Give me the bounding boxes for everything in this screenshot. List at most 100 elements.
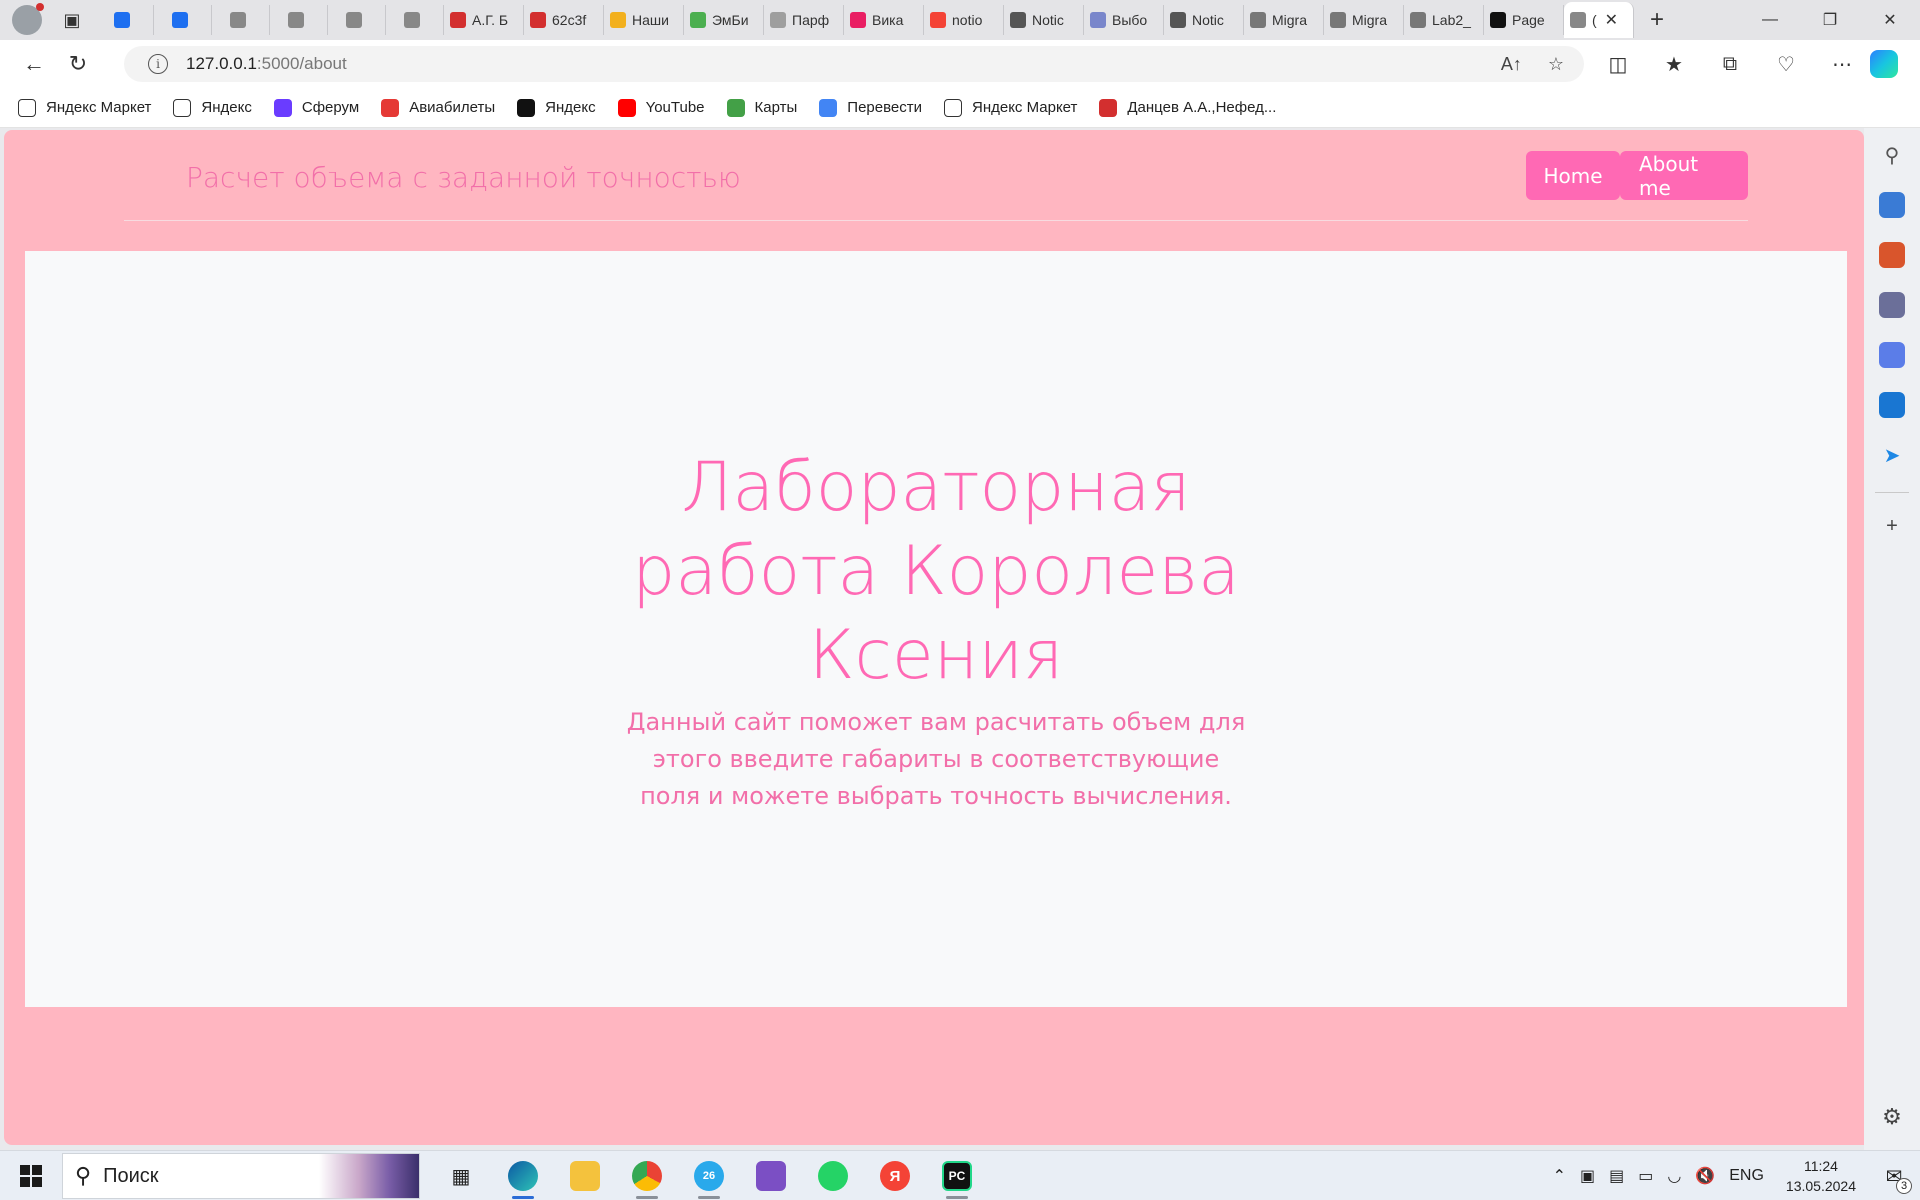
wifi-icon[interactable]: ◡ [1667,1166,1681,1186]
tab[interactable]: Lab2_ [1404,5,1484,35]
tab-active[interactable]: (✕ [1564,2,1634,38]
sidebar-m365-icon[interactable] [1879,342,1905,368]
collections-icon[interactable]: ⧉ [1702,53,1758,76]
taskbar-search[interactable]: ⚲ Поиск [62,1153,420,1199]
github-icon [1490,12,1506,28]
task-view-icon[interactable]: ▦ [430,1151,492,1200]
taskbar-clock[interactable]: 11:24 13.05.2024 [1786,1156,1856,1196]
pdf-icon [450,12,466,28]
bookmark-item[interactable]: Яндекс [517,98,596,117]
tab-actions-icon[interactable]: ▣ [56,4,88,36]
tab-label: Наши [632,12,669,28]
pycharm-icon[interactable]: PC [926,1151,988,1200]
sidebar-tools-icon[interactable] [1879,242,1905,268]
tab[interactable] [328,5,386,35]
tab[interactable]: Notic [1164,5,1244,35]
sidebar-outlook-icon[interactable] [1879,392,1905,418]
page-icon [18,98,36,117]
tab-label: Вика [872,12,904,28]
tab[interactable]: Наши [604,5,684,35]
volume-muted-icon[interactable]: 🔇 [1695,1166,1715,1186]
page-icon [1570,12,1586,28]
page-icon [943,98,962,117]
minimize-icon[interactable]: — [1740,0,1800,40]
tab[interactable]: Вика [844,5,924,35]
bookmark-label: Карты [754,99,798,116]
whatsapp-icon[interactable] [802,1151,864,1200]
address-bar[interactable]: i 127.0.0.1:5000/about A↑ ☆ [124,46,1584,82]
start-icon[interactable] [20,1164,42,1187]
sidebar-send-icon[interactable]: ➤ [1879,442,1905,468]
yandex-browser-icon[interactable]: Я [864,1151,926,1200]
close-window-icon[interactable]: ✕ [1860,0,1920,40]
site-icon [850,12,866,28]
new-tab-button[interactable]: + [1650,6,1664,34]
battery-icon[interactable]: ▭ [1638,1166,1653,1186]
site-info-icon[interactable]: i [148,54,168,74]
bookmark-item[interactable]: Яндекс Маркет [18,98,151,117]
sidebar-search-icon[interactable]: ⚲ [1879,142,1905,168]
sidebar-settings-icon[interactable]: ⚙ [1882,1104,1902,1130]
tab[interactable]: notio [924,5,1004,35]
chrome-app-icon[interactable] [616,1151,678,1200]
bookmark-item[interactable]: Яндекс [173,98,252,117]
bookmark-item[interactable]: YouTube [617,98,705,117]
tab[interactable] [154,5,212,35]
site-icon [770,12,786,28]
bookmark-item[interactable]: Карты [726,98,798,117]
restore-icon[interactable]: ❐ [1800,0,1860,40]
browser-essentials-icon[interactable]: ♡ [1758,52,1814,77]
input-language[interactable]: ENG [1729,1167,1764,1185]
favorites-icon[interactable]: ★ [1646,52,1702,77]
profile-avatar[interactable] [12,3,44,35]
hero-section: Лабораторная работа Королева Ксения Данн… [25,251,1847,1007]
url-path: :5000/about [256,54,347,73]
address-url[interactable]: 127.0.0.1:5000/about [186,54,347,74]
github-icon [1410,12,1426,28]
tab[interactable]: Migra [1324,5,1404,35]
tray-meet-icon[interactable]: ▣ [1580,1166,1595,1186]
bookmark-item[interactable]: Перевести [819,98,922,117]
tab[interactable]: Migra [1244,5,1324,35]
telegram-app-icon[interactable]: 26 [678,1151,740,1200]
notification-icon[interactable]: ✉ 3 [1878,1160,1912,1194]
back-icon[interactable]: ← [14,44,54,84]
tab[interactable] [386,5,444,35]
site-brand[interactable]: Расчет объема с заданной точностью [186,161,741,194]
bookmark-item[interactable]: Сферум [273,98,359,117]
visual-studio-icon[interactable] [740,1151,802,1200]
tray-device-icon[interactable]: ▤ [1609,1166,1624,1186]
favorite-star-icon[interactable]: ☆ [1548,54,1564,75]
tab[interactable]: А.Г. Б [444,5,524,35]
sidebar-games-icon[interactable] [1879,292,1905,318]
read-aloud-icon[interactable]: A↑ [1501,54,1522,75]
bookmark-item[interactable]: Яндекс Маркет [943,98,1077,117]
tab[interactable]: Page [1484,5,1564,35]
tab[interactable] [212,5,270,35]
tab[interactable] [270,5,328,35]
tab[interactable]: ЭмБи [684,5,764,35]
bookmark-item[interactable]: Авиабилеты [381,98,496,117]
tab[interactable]: Парф [764,5,844,35]
file-explorer-icon[interactable] [554,1151,616,1200]
close-tab-icon[interactable]: ✕ [1605,10,1618,30]
tab-label: 62c3f [552,12,587,28]
refresh-icon[interactable]: ↻ [58,44,98,84]
tab-label: Выбо [1112,12,1148,28]
tab[interactable] [96,5,154,35]
tab[interactable]: Notic [1004,5,1084,35]
bookmark-label: Авиабилеты [409,99,496,116]
copilot-icon[interactable] [1870,50,1898,78]
nav-about-button[interactable]: About me [1620,151,1748,200]
sidebar-shopping-icon[interactable] [1879,192,1905,218]
nav-home-button[interactable]: Home [1526,151,1620,200]
edge-app-icon[interactable] [492,1151,554,1200]
tray-overflow-icon[interactable]: ⌃ [1553,1166,1566,1186]
bookmark-item[interactable]: Данцев А.А.,Нефед... [1099,98,1276,117]
split-screen-icon[interactable]: ◫ [1590,52,1646,77]
tab[interactable]: 62c3f [524,5,604,35]
search-highlight-image [319,1154,419,1198]
tab[interactable]: Выбо [1084,5,1164,35]
more-menu-icon[interactable]: ⋯ [1814,52,1870,77]
sidebar-add-icon[interactable]: + [1879,513,1905,539]
